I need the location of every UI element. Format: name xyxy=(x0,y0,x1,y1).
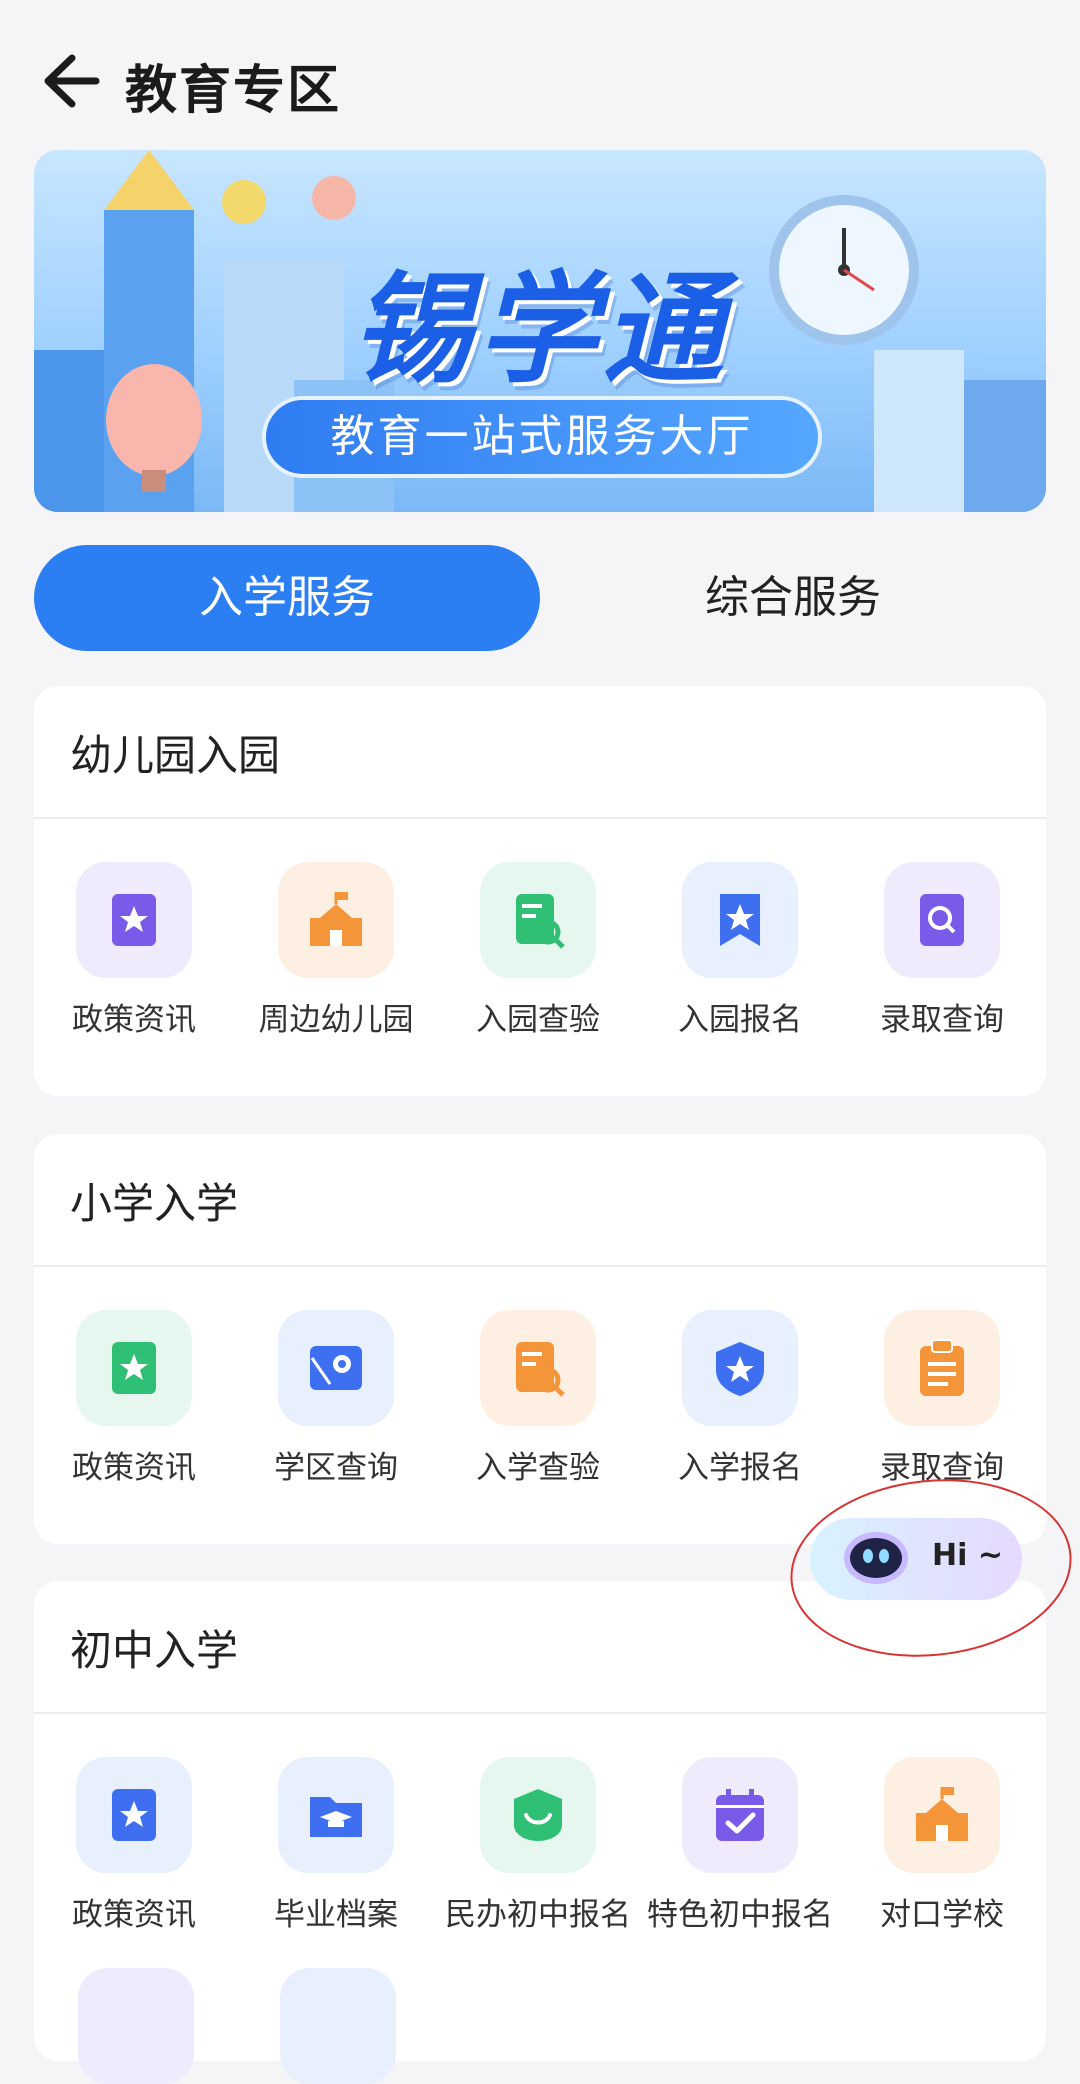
service-enrollment-registration[interactable]: 入学报名 xyxy=(640,1310,840,1487)
policy-doc-icon xyxy=(76,862,192,978)
divider xyxy=(34,1265,1046,1267)
service-enrollment-registration[interactable]: 入园报名 xyxy=(640,862,840,1039)
clipboard-icon xyxy=(884,1310,1000,1426)
policy-doc-icon xyxy=(76,1757,192,1873)
service-policy-news[interactable]: 政策资讯 xyxy=(34,1757,234,1934)
doc-search-icon xyxy=(480,862,596,978)
assistant-button[interactable]: Hi ~ xyxy=(810,1518,1022,1600)
map-pin-icon xyxy=(278,1310,394,1426)
tab-enrollment-services[interactable]: 入学服务 xyxy=(34,545,540,651)
service-enrollment-check[interactable]: 入园查验 xyxy=(438,862,638,1039)
service-graduation-records[interactable]: 毕业档案 xyxy=(236,1757,436,1934)
section-title: 幼儿园入园 xyxy=(70,731,281,780)
doc-search-icon xyxy=(480,1310,596,1426)
section-title: 初中入学 xyxy=(70,1626,239,1675)
service-label: 特色初中报名 xyxy=(647,1897,833,1933)
divider xyxy=(34,817,1046,819)
partial-service-icon[interactable] xyxy=(78,1968,194,2084)
service-label: 周边幼儿园 xyxy=(258,1002,414,1038)
robot-icon xyxy=(840,1526,912,1588)
banner[interactable]: 锡学通 教育一站式服务大厅 xyxy=(34,150,1046,512)
page-title: 教育专区 xyxy=(125,61,342,121)
service-label: 入学查验 xyxy=(476,1450,600,1486)
folder-graduation-icon xyxy=(278,1757,394,1873)
header: 教育专区 xyxy=(0,0,1080,160)
service-label: 入学报名 xyxy=(678,1450,802,1486)
section-title: 小学入学 xyxy=(70,1179,239,1228)
banner-subtitle: 教育一站式服务大厅 xyxy=(262,396,822,478)
service-label: 入园报名 xyxy=(678,1002,802,1038)
service-label: 录取查询 xyxy=(880,1002,1004,1038)
policy-doc-icon xyxy=(76,1310,192,1426)
calendar-check-icon xyxy=(682,1757,798,1873)
tab-general-services[interactable]: 综合服务 xyxy=(540,545,1046,651)
school-building-icon xyxy=(278,862,394,978)
service-nearby-kindergarten[interactable]: 周边幼儿园 xyxy=(236,862,436,1039)
service-label: 入园查验 xyxy=(476,1002,600,1038)
school-building-icon xyxy=(884,1757,1000,1873)
service-matched-school[interactable]: 对口学校 xyxy=(842,1757,1042,1934)
banner-title: 锡学通 xyxy=(351,261,729,400)
service-label: 毕业档案 xyxy=(274,1897,398,1933)
divider xyxy=(34,1712,1046,1714)
service-policy-news[interactable]: 政策资讯 xyxy=(34,1310,234,1487)
service-policy-news[interactable]: 政策资讯 xyxy=(34,862,234,1039)
grad-cap-icon xyxy=(480,1757,596,1873)
service-featured-middle-registration[interactable]: 特色初中报名 xyxy=(640,1757,840,1934)
service-label: 政策资讯 xyxy=(72,1450,196,1486)
search-doc-icon xyxy=(884,862,1000,978)
service-label: 政策资讯 xyxy=(72,1897,196,1933)
tab-bar: 入学服务 综合服务 xyxy=(34,545,1046,651)
service-label: 对口学校 xyxy=(880,1897,1004,1933)
service-district-query[interactable]: 学区查询 xyxy=(236,1310,436,1487)
service-private-middle-registration[interactable]: 民办初中报名 xyxy=(438,1757,638,1934)
service-label: 学区查询 xyxy=(274,1450,398,1486)
partial-service-icon[interactable] xyxy=(280,1968,396,2084)
bookmark-star-icon xyxy=(682,862,798,978)
shield-star-icon xyxy=(682,1310,798,1426)
service-label: 政策资讯 xyxy=(72,1002,196,1038)
service-admission-query[interactable]: 录取查询 xyxy=(842,862,1042,1039)
service-admission-query[interactable]: 录取查询 xyxy=(842,1310,1042,1487)
back-arrow-icon[interactable] xyxy=(40,50,110,112)
assistant-greeting: Hi ~ xyxy=(932,1538,1003,1573)
service-label: 民办初中报名 xyxy=(445,1897,631,1933)
service-enrollment-check[interactable]: 入学查验 xyxy=(438,1310,638,1487)
